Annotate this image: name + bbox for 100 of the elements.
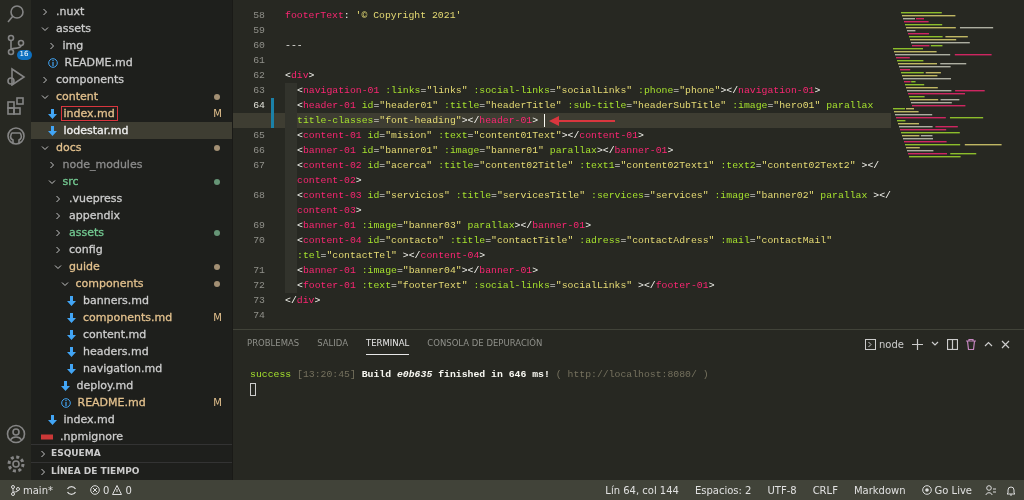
folder-item[interactable]: config bbox=[31, 241, 232, 258]
search-icon[interactable] bbox=[5, 4, 26, 24]
folder-item[interactable]: content bbox=[31, 88, 232, 105]
line-number: 58 bbox=[253, 10, 265, 21]
file-name: components.md bbox=[82, 310, 174, 325]
extensions-icon[interactable] bbox=[5, 96, 26, 116]
line-number: 67 bbox=[253, 160, 265, 171]
file-item[interactable]: README.md bbox=[31, 54, 232, 71]
folder-item[interactable]: assets bbox=[31, 224, 232, 241]
bell-icon[interactable] bbox=[1006, 484, 1016, 496]
plus-icon[interactable] bbox=[912, 338, 923, 350]
folder-item[interactable]: .nuxt bbox=[31, 3, 232, 20]
file-item[interactable]: lodestar.md bbox=[31, 122, 232, 139]
line-number: 69 bbox=[253, 220, 265, 231]
folder-item[interactable]: .vuepress bbox=[31, 190, 232, 207]
code-text: <content-03 id="servicios" :title="servicesTitle" :services="services" :image="banner02" parallax ></ bbox=[297, 189, 891, 203]
folder-item[interactable]: components bbox=[31, 275, 232, 292]
line-number: 66 bbox=[253, 145, 265, 156]
terminal-cursor bbox=[250, 382, 256, 396]
folder-item[interactable]: components bbox=[31, 71, 232, 88]
terminal-selector[interactable]: node bbox=[865, 336, 904, 352]
file-item[interactable]: components.md M bbox=[31, 309, 232, 326]
file-arrow-icon bbox=[67, 295, 76, 306]
file-item[interactable]: index.md bbox=[31, 411, 232, 428]
file-item[interactable]: banners.md bbox=[31, 292, 232, 309]
file-name: .nuxt bbox=[55, 4, 86, 19]
split-icon[interactable] bbox=[947, 338, 958, 350]
feedback-icon[interactable] bbox=[985, 484, 996, 496]
file-name: banners.md bbox=[82, 293, 150, 308]
close-icon[interactable] bbox=[1001, 339, 1010, 349]
code-text: <content-04 id="contacto" :title="contactTitle" :adress="contactAdress" :mail="contactMail" bbox=[297, 234, 833, 248]
go-live-button[interactable]: Go Live bbox=[918, 482, 975, 498]
line-number: 64 bbox=[253, 100, 265, 111]
folder-item[interactable]: node_modules bbox=[31, 156, 232, 173]
problems-button[interactable]: 0 0 bbox=[87, 482, 135, 498]
panel-tab[interactable]: SALIDA bbox=[317, 333, 349, 355]
terminal-icon bbox=[865, 338, 877, 350]
file-item[interactable]: content.md bbox=[31, 326, 232, 343]
folder-item[interactable]: appendix bbox=[31, 207, 232, 224]
status-item[interactable]: Lín 64, col 144 bbox=[602, 482, 682, 498]
file-name: navigation.md bbox=[82, 361, 164, 376]
file-item[interactable]: .npmignore bbox=[31, 428, 232, 444]
file-name: img bbox=[61, 38, 85, 53]
code-text: :tel="contactTel" ></content-04> bbox=[297, 249, 486, 263]
file-arrow-icon bbox=[60, 380, 70, 391]
folder-item[interactable]: src bbox=[31, 173, 232, 190]
file-name: src bbox=[61, 174, 80, 189]
file-name: index.md bbox=[62, 412, 116, 427]
git-status-label: M bbox=[213, 396, 222, 410]
line-number: 68 bbox=[253, 190, 265, 201]
trash-icon[interactable] bbox=[966, 338, 976, 350]
panel-tab[interactable]: CONSOLA DE DEPURACIÓN bbox=[427, 333, 543, 355]
file-item[interactable]: headers.md bbox=[31, 343, 232, 360]
code-text: </div> bbox=[285, 294, 321, 308]
code-text: --- bbox=[285, 39, 303, 53]
file-item[interactable]: index.md M bbox=[31, 105, 232, 122]
info-icon bbox=[60, 397, 71, 408]
file-name: appendix bbox=[68, 208, 121, 223]
file-item[interactable]: deploy.md bbox=[31, 377, 232, 394]
code-text: <banner-01 :image="banner03" parallax></banner-01> bbox=[297, 219, 592, 233]
chevron-down-icon[interactable] bbox=[931, 341, 939, 347]
run-debug-icon[interactable] bbox=[5, 66, 26, 86]
settings-icon[interactable] bbox=[5, 454, 26, 474]
folder-item[interactable]: guide bbox=[31, 258, 232, 275]
code-text: <navigation-01 :links="links" :social-links="socialLinks" :phone="phone"></navigation-01> bbox=[297, 84, 821, 98]
panel-tab[interactable]: TERMINAL bbox=[366, 333, 410, 355]
sync-icon[interactable] bbox=[66, 484, 77, 496]
broadcast-icon bbox=[921, 485, 932, 495]
file-arrow-icon bbox=[47, 125, 57, 136]
file-name: index.md bbox=[63, 107, 115, 120]
folder-item[interactable]: img bbox=[31, 37, 232, 54]
code-text: <banner-01 id="banner01" :image="banner01" parallax></banner-01> bbox=[297, 144, 674, 158]
line-number: 71 bbox=[253, 265, 265, 276]
code-text: footerText: '© Copyright 2021' bbox=[285, 9, 462, 23]
line-number: 62 bbox=[253, 70, 265, 81]
status-item[interactable]: CRLF bbox=[809, 482, 841, 498]
info-icon bbox=[47, 57, 58, 68]
chevron-up-icon[interactable] bbox=[984, 341, 993, 347]
file-item[interactable]: README.md M bbox=[31, 394, 232, 411]
file-arrow-icon bbox=[47, 414, 57, 425]
file-arrow-icon bbox=[47, 108, 57, 119]
file-name: headers.md bbox=[82, 344, 150, 359]
branch-button[interactable]: main* bbox=[8, 482, 56, 498]
line-number: 60 bbox=[253, 40, 265, 51]
line-number: 61 bbox=[253, 55, 265, 66]
folder-item[interactable]: assets bbox=[31, 20, 232, 37]
file-name: .vuepress bbox=[68, 191, 124, 206]
panel-tab[interactable]: PROBLEMAS bbox=[247, 333, 300, 355]
github-icon[interactable] bbox=[5, 126, 26, 146]
line-number: 74 bbox=[253, 310, 265, 321]
folder-item[interactable]: docs bbox=[31, 139, 232, 156]
status-item[interactable]: Espacios: 2 bbox=[691, 482, 755, 498]
file-name: config bbox=[68, 242, 104, 257]
account-icon[interactable] bbox=[5, 424, 26, 444]
section-header[interactable]: ESQUEMA bbox=[31, 444, 232, 462]
status-item[interactable]: Markdown bbox=[850, 482, 909, 498]
status-item[interactable]: UTF-8 bbox=[764, 482, 800, 498]
file-name: deploy.md bbox=[75, 378, 135, 393]
file-item[interactable]: navigation.md bbox=[31, 360, 232, 377]
git-status-label: M bbox=[213, 311, 222, 325]
